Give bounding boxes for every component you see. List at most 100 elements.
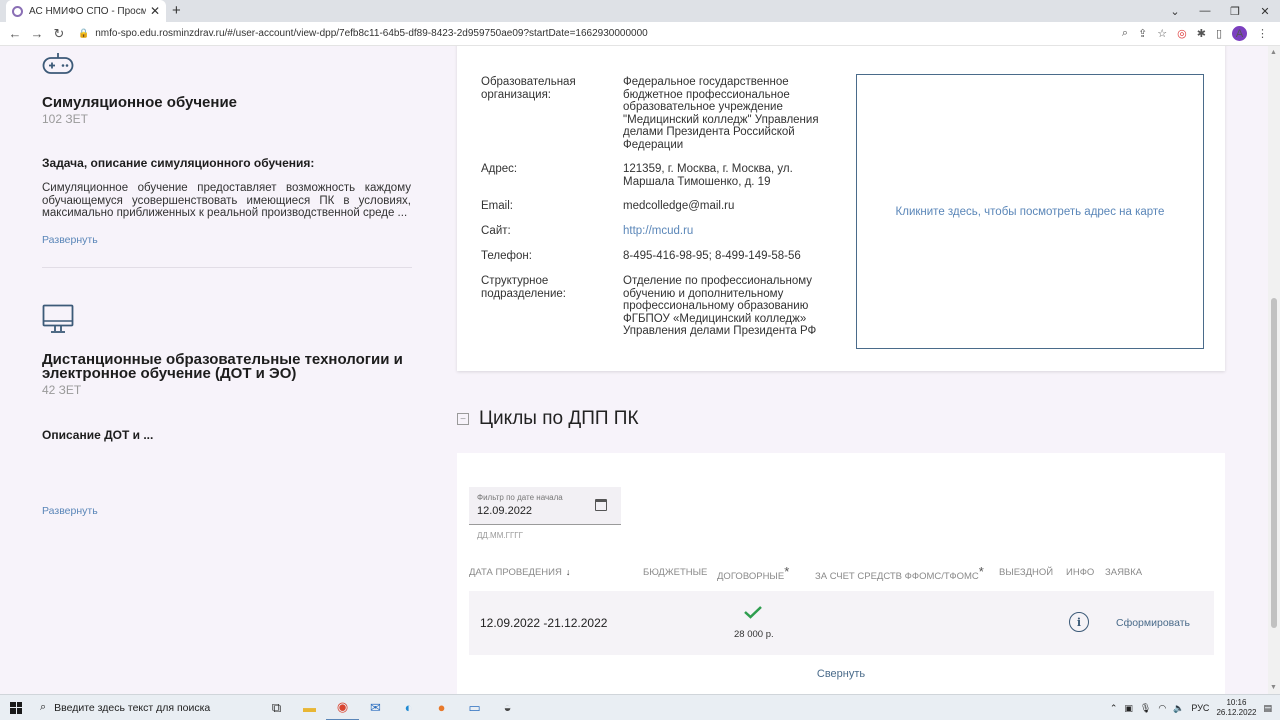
site-favicon-icon	[12, 5, 23, 17]
browser-toolbar-icons: ⌕ ⇪ ☆ ◎ ✱ ▯ A ⋮	[1122, 26, 1268, 41]
header-budget: БЮДЖЕТНЫЕ	[643, 567, 708, 578]
file-explorer-icon[interactable]: ▬	[293, 695, 326, 720]
puzzle-icon[interactable]: ✱	[1197, 27, 1206, 40]
back-icon[interactable]: ←	[4, 26, 26, 41]
tab-close-icon[interactable]: ✕	[150, 4, 160, 18]
monitor-icon	[42, 304, 74, 333]
org-name-value: Федеральное государственное бюджетное пр…	[623, 76, 819, 151]
tab-title: АС НМИФО СПО - Просмотр Д	[29, 5, 146, 17]
new-tab-icon[interactable]: +	[172, 2, 181, 19]
page-scrollbar[interactable]: ▲ ▼	[1268, 46, 1280, 694]
address-value: 121359, г. Москва, г. Москва, ул. Маршал…	[623, 163, 793, 188]
url-field[interactable]: nmfo-spo.edu.rosminzdrav.ru/#/user-accou…	[95, 28, 1122, 39]
sidebar-icon[interactable]: ▯	[1216, 27, 1222, 40]
firefox-icon[interactable]: ●	[425, 695, 458, 720]
row-date: 12.09.2022 -21.12.2022	[480, 616, 608, 630]
bookmark-star-icon[interactable]: ☆	[1157, 27, 1167, 40]
table-row: 12.09.2022 -21.12.2022 28 000 р. i Сформ…	[469, 591, 1214, 655]
share-icon[interactable]: ⇪	[1138, 27, 1147, 40]
window-controls: ⌄ — ❐ ✕	[1160, 0, 1280, 22]
search-icon: ⌕	[40, 701, 47, 713]
simulation-expand-link[interactable]: Развернуть	[42, 234, 98, 246]
tray-chevron-icon[interactable]: ⌃	[1110, 703, 1118, 714]
organization-card: Образовательная организация: Федеральное…	[457, 46, 1225, 371]
required-star-icon: *	[978, 564, 984, 579]
info-icon[interactable]: i	[1069, 612, 1089, 632]
reload-icon[interactable]: ↻	[48, 26, 70, 42]
date-filter-value[interactable]: 12.09.2022	[477, 505, 532, 517]
required-star-icon: *	[784, 564, 790, 579]
dot-expand-link[interactable]: Развернуть	[42, 505, 98, 517]
start-button[interactable]	[0, 701, 32, 714]
windows-taskbar: ⌕ Введите здесь текст для поиска ⧉ ▬ ◉ ✉…	[0, 694, 1280, 720]
webcam-icon[interactable]: ▣	[1124, 703, 1133, 714]
microphone-icon[interactable]: 🎙	[1140, 703, 1151, 714]
tab-search-icon[interactable]: ⌄	[1160, 5, 1190, 18]
wifi-icon[interactable]: ◠	[1158, 703, 1166, 714]
header-date[interactable]: ДАТА ПРОВЕДЕНИЯ ↓	[469, 567, 570, 578]
department-label: Структурное подразделение:	[481, 275, 566, 300]
browser-tab[interactable]: АС НМИФО СПО - Просмотр Д ✕	[6, 0, 166, 22]
section-divider	[42, 267, 412, 268]
cycles-title: Циклы по ДПП ПК	[479, 408, 639, 429]
task-view-icon[interactable]: ⧉	[260, 695, 293, 720]
scrollbar-thumb[interactable]	[1271, 298, 1277, 628]
simulation-title: Симуляционное обучение	[42, 94, 238, 111]
calendar-icon[interactable]	[595, 499, 607, 511]
windows-logo-icon	[10, 701, 22, 714]
site-label: Сайт:	[481, 225, 511, 237]
header-outgoing: ВЫЕЗДНОЙ	[999, 567, 1054, 578]
clock-date: 26.12.2022	[1216, 708, 1257, 717]
cycles-header: − Циклы по ДПП ПК	[457, 408, 639, 430]
notifications-icon[interactable]: ▤	[1263, 703, 1272, 714]
remote-desktop-icon[interactable]: ▭	[458, 695, 491, 720]
menu-icon[interactable]: ⋮	[1257, 27, 1268, 40]
site-link[interactable]: http://mcud.ru	[623, 225, 828, 238]
header-foms-label: ЗА СЧЕТ СРЕДСТВ ФФОМС/ТФОМС	[815, 571, 979, 582]
row-contract-price: 28 000 р.	[734, 629, 774, 640]
header-request: ЗАЯВКА	[1105, 567, 1143, 578]
sort-down-icon[interactable]: ↓	[566, 567, 571, 577]
taskbar-search[interactable]: ⌕ Введите здесь текст для поиска	[32, 695, 260, 720]
org-name-label: Образовательная организация:	[481, 76, 576, 101]
window-close-icon[interactable]: ✕	[1250, 5, 1280, 18]
collapse-section-icon[interactable]: −	[457, 413, 469, 425]
header-date-label: ДАТА ПРОВЕДЕНИЯ	[469, 567, 562, 578]
taskbar-search-placeholder: Введите здесь текст для поиска	[54, 701, 211, 714]
app-icon[interactable]: ◒	[491, 695, 524, 720]
minimize-icon[interactable]: —	[1190, 5, 1220, 17]
phone-label: Телефон:	[481, 250, 532, 262]
check-icon	[744, 606, 762, 619]
phone-value: 8-495-416-98-95; 8-499-149-58-56	[623, 250, 801, 262]
system-tray: ⌃ ▣ 🎙 ◠ 🔈 РУС 10:16 26.12.2022 ▤	[1110, 695, 1280, 720]
browser-tab-bar: АС НМИФО СПО - Просмотр Д ✕ + ⌄ — ❐ ✕	[0, 0, 1280, 22]
date-filter-input[interactable]: Фильтр по дате начала 12.09.2022	[469, 487, 621, 525]
mail-icon[interactable]: ✉	[359, 695, 392, 720]
scroll-down-icon[interactable]: ▼	[1270, 684, 1277, 691]
profile-avatar[interactable]: A	[1232, 26, 1247, 41]
simulation-zet: 102 ЗЕТ	[42, 112, 88, 126]
restore-icon[interactable]: ❐	[1220, 5, 1250, 18]
extension-icon[interactable]: ◎	[1177, 27, 1187, 40]
clock[interactable]: 10:16 26.12.2022	[1216, 698, 1256, 718]
zoom-icon[interactable]: ⌕	[1122, 27, 1128, 40]
simulation-description: Симуляционное обучение предоставляет воз…	[42, 182, 411, 219]
forward-icon[interactable]: →	[26, 26, 48, 41]
language-indicator[interactable]: РУС	[1191, 703, 1209, 713]
map-link-box[interactable]: Кликните здесь, чтобы посмотреть адрес н…	[856, 74, 1204, 349]
lock-icon[interactable]: 🔒	[78, 28, 89, 39]
generate-request-link[interactable]: Сформировать	[1116, 617, 1190, 629]
simulation-subtitle: Задача, описание симуляционного обучения…	[42, 156, 315, 170]
volume-icon[interactable]: 🔈	[1173, 703, 1184, 714]
dot-subtitle: Описание ДОТ и ...	[42, 428, 154, 442]
date-filter-hint: ДД.ММ.ГГГГ	[477, 531, 523, 540]
scroll-up-icon[interactable]: ▲	[1270, 49, 1277, 56]
collapse-link[interactable]: Свернуть	[457, 668, 1225, 680]
gamepad-icon	[42, 53, 74, 74]
department-value: Отделение по профессиональному обучению …	[623, 275, 817, 337]
chrome-icon[interactable]: ◉	[326, 695, 359, 720]
email-label: Email:	[481, 200, 513, 212]
email-value: medcolledge@mail.ru	[623, 200, 735, 212]
edge-icon[interactable]: ◐	[392, 695, 425, 720]
header-contract: ДОГОВОРНЫЕ*	[717, 564, 790, 582]
